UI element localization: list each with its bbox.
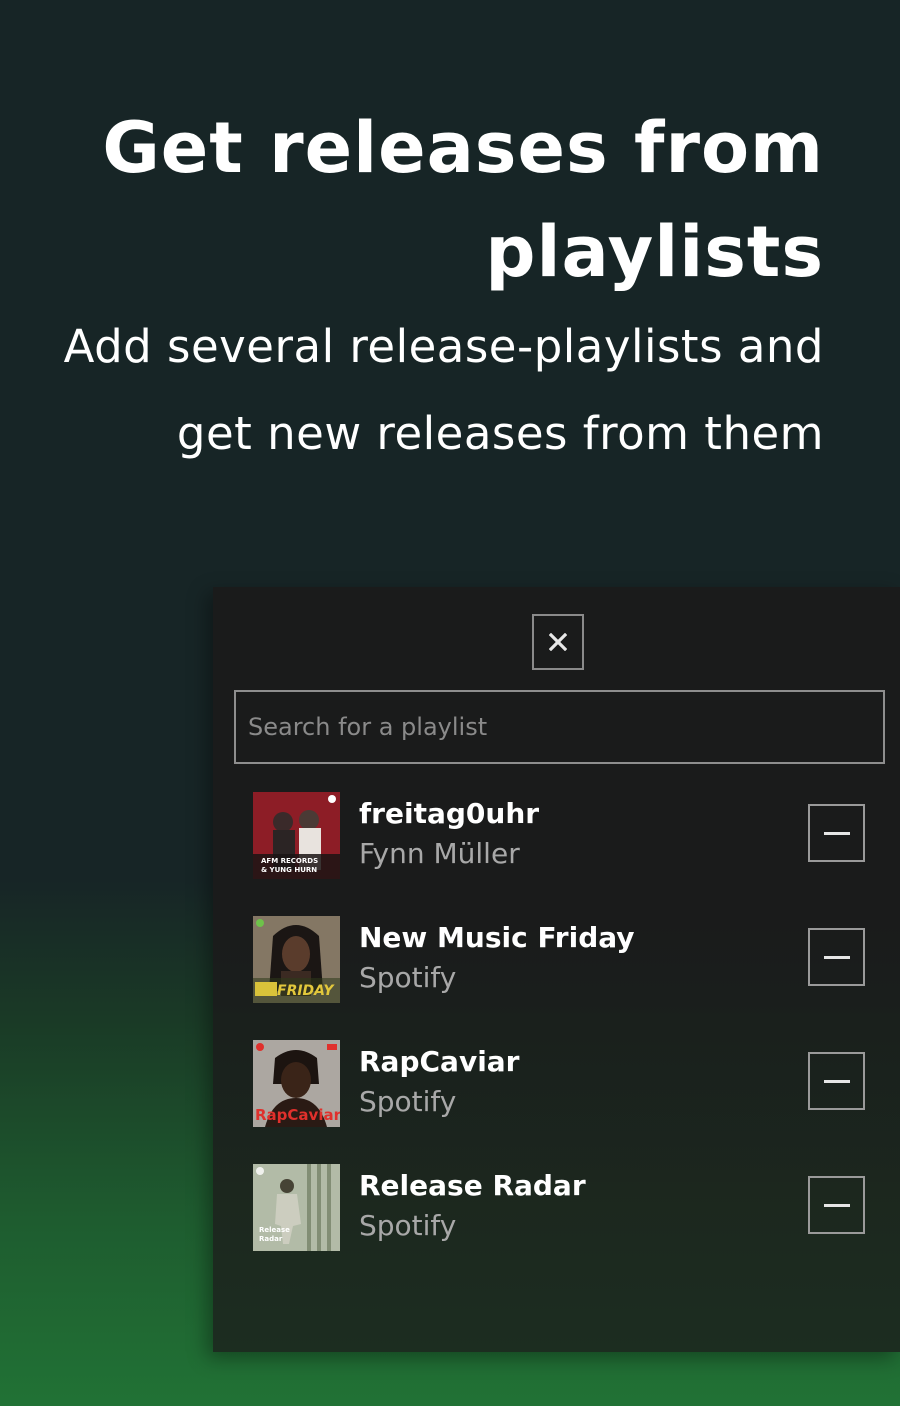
hero-subtitle-line-2: get new releases from them (176, 407, 824, 460)
close-button[interactable] (532, 614, 584, 670)
playlist-owner: Spotify (359, 1209, 457, 1242)
svg-text:& YUNG HURN: & YUNG HURN (261, 866, 317, 874)
playlist-dialog: AFM RECORDS & YUNG HURN freitag0uhr Fynn… (213, 587, 900, 1352)
playlist-title: RapCaviar (359, 1045, 520, 1078)
playlist-cover-image: FRIDAY (253, 916, 340, 1003)
playlist-title: New Music Friday (359, 921, 635, 954)
close-icon (549, 633, 567, 651)
minus-icon (823, 831, 850, 835)
minus-icon (823, 1203, 850, 1207)
svg-text:Release: Release (259, 1226, 290, 1234)
playlist-cover-image: RapCaviar (253, 1040, 340, 1127)
list-item[interactable]: AFM RECORDS & YUNG HURN freitag0uhr Fynn… (213, 787, 900, 887)
remove-playlist-button[interactable] (808, 804, 865, 862)
hero-title-line-2: playlists (485, 211, 824, 293)
list-item[interactable]: RapCaviar RapCaviar Spotify (213, 1035, 900, 1135)
remove-playlist-button[interactable] (808, 928, 865, 986)
playlist-owner: Spotify (359, 961, 457, 994)
svg-text:Radar: Radar (259, 1235, 283, 1243)
list-item[interactable]: Release Radar Release Radar Spotify (213, 1159, 900, 1259)
minus-icon (823, 1079, 850, 1083)
minus-icon (823, 955, 850, 959)
list-item[interactable]: FRIDAY New Music Friday Spotify (213, 911, 900, 1011)
playlist-cover-image: Release Radar (253, 1164, 340, 1251)
hero-title: Get releases from playlists (64, 96, 824, 304)
playlist-owner: Spotify (359, 1085, 457, 1118)
svg-text:AFM RECORDS: AFM RECORDS (261, 857, 318, 865)
hero-subtitle: Add several release-playlists and get ne… (44, 303, 824, 477)
playlist-title: freitag0uhr (359, 797, 540, 830)
svg-text:RapCaviar: RapCaviar (255, 1106, 340, 1124)
hero-title-line-1: Get releases from (102, 107, 824, 189)
search-input[interactable] (234, 690, 885, 764)
svg-text:FRIDAY: FRIDAY (277, 983, 335, 999)
playlist-title: Release Radar (359, 1169, 586, 1202)
playlist-owner: Fynn Müller (359, 837, 520, 870)
remove-playlist-button[interactable] (808, 1052, 865, 1110)
remove-playlist-button[interactable] (808, 1176, 865, 1234)
playlist-cover-image: AFM RECORDS & YUNG HURN (253, 792, 340, 879)
hero-subtitle-line-1: Add several release-playlists and (63, 320, 824, 373)
